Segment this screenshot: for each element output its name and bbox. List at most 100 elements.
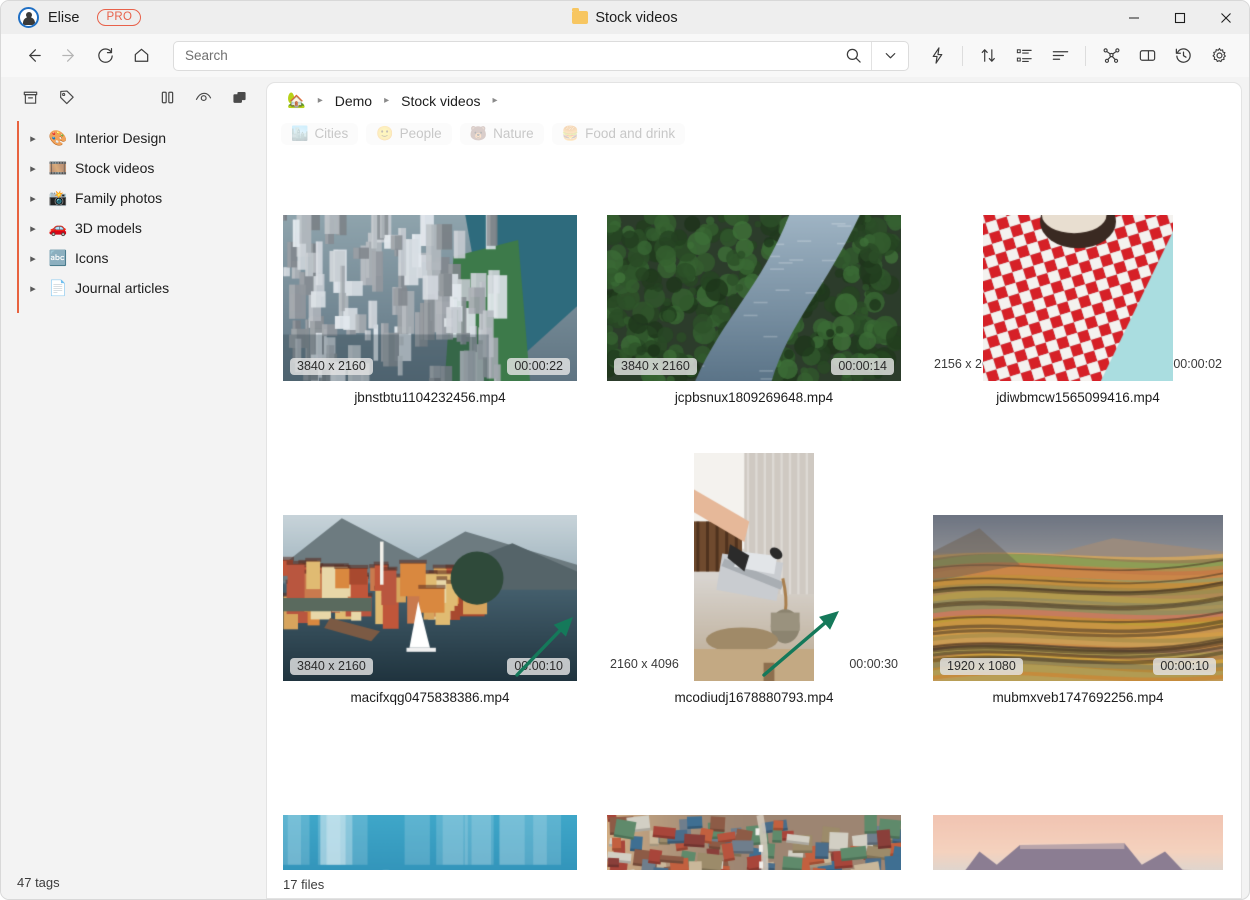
avatar: [18, 7, 39, 28]
sidebar-tree: ▸ 🎨 Interior Design ▸ 🎞️ Stock videos ▸ …: [1, 117, 266, 313]
list-lines-icon[interactable]: [1042, 40, 1078, 72]
file-card[interactable]: 2160 x 4096 00:00:30 mcodiudj1678880793.mp…: [601, 405, 907, 705]
search-input[interactable]: [174, 48, 835, 63]
tag-chip-label: Nature: [493, 125, 534, 141]
chevron-right-icon[interactable]: ▸: [25, 222, 41, 235]
thumbnail-area: 2156 x 2614 00:00:02: [925, 215, 1231, 381]
eye-icon[interactable]: [186, 82, 220, 112]
file-manager-window: Elise PRO Stock videos Search ▸ 🎨 Interi…: [0, 0, 1250, 900]
sidebar-item-journal-articles[interactable]: ▸ 📄 Journal articles: [1, 273, 266, 303]
sidebar-item-label: Stock videos: [75, 160, 155, 176]
sidebar-item-label: Journal articles: [75, 280, 170, 296]
toolbar-divider-2: [1085, 45, 1086, 66]
breadcrumb-item-demo[interactable]: Demo: [329, 91, 378, 111]
breadcrumb-separator: ▸: [384, 95, 390, 106]
resolution-badge: 3840 x 2160: [290, 358, 373, 375]
video-thumbnail[interactable]: [694, 453, 814, 681]
account-area[interactable]: Elise PRO: [1, 7, 142, 28]
chevron-right-icon[interactable]: ▸: [25, 192, 41, 205]
minimize-button[interactable]: [1111, 1, 1157, 34]
video-thumbnail[interactable]: 1920 x 1080 00:00:10: [933, 515, 1223, 681]
video-thumbnail[interactable]: 3840 x 2160 00:00:14: [607, 215, 901, 381]
history-icon[interactable]: [1165, 40, 1201, 72]
chevron-down-icon[interactable]: [872, 42, 908, 70]
sidebar-item-label: Interior Design: [75, 130, 167, 146]
tag-chip-food-and-drink[interactable]: 🍔 Food and drink: [551, 122, 686, 145]
file-card[interactable]: 3840 x 2160 00:00:14 jcpbsnux1809269648.mp…: [601, 149, 907, 405]
files-count-status: 17 files: [267, 870, 1241, 898]
tag-icon[interactable]: [49, 82, 83, 112]
file-card[interactable]: 3840 x 2160 00:00:22 jbnstbtu1104232456.mp…: [277, 149, 583, 405]
sidebar-item-icons[interactable]: ▸ 🔤 Icons: [1, 243, 266, 273]
breadcrumb-item-stock-videos[interactable]: Stock videos: [395, 91, 486, 111]
tag-chip-people[interactable]: 🙂 People: [366, 122, 452, 145]
chevron-right-icon[interactable]: ▸: [25, 282, 41, 295]
pro-badge: PRO: [97, 9, 142, 26]
file-name: jdiwbmcw1565099416.mp4: [996, 390, 1160, 405]
search-icon[interactable]: [835, 42, 871, 70]
window-title: Stock videos: [1, 8, 1249, 26]
refresh-button[interactable]: [87, 40, 123, 72]
file-name: mubmxveb1747692256.mp4: [992, 690, 1164, 705]
window-title-text: Stock videos: [595, 9, 678, 26]
sidebar-item-family-photos[interactable]: ▸ 📸 Family photos: [1, 183, 266, 213]
archive-icon[interactable]: [13, 82, 47, 112]
document-icon: 📄: [48, 279, 68, 297]
video-thumbnail[interactable]: [983, 215, 1173, 381]
breadcrumb-home-icon[interactable]: 🏡: [281, 91, 312, 110]
smiley-icon: 🙂: [376, 125, 394, 141]
folder-icon: [572, 8, 589, 24]
close-button[interactable]: [1203, 1, 1249, 34]
sidebar-toolbar: [1, 77, 266, 117]
user-name: Elise: [48, 9, 80, 26]
duration-badge: 00:00:10: [507, 658, 570, 675]
camera-icon: 📸: [48, 189, 68, 207]
columns-icon[interactable]: [150, 82, 184, 112]
resolution-badge: 3840 x 2160: [614, 358, 697, 375]
sort-icon[interactable]: [970, 40, 1006, 72]
panel-icon[interactable]: [1129, 40, 1165, 72]
chevron-right-icon[interactable]: ▸: [25, 252, 41, 265]
tag-chip-nature[interactable]: 🐻 Nature: [459, 122, 544, 145]
sidebar-item-stock-videos[interactable]: ▸ 🎞️ Stock videos: [1, 153, 266, 183]
file-card[interactable]: 3840 x 2160 00:00:10 macifxqg0475838386.mp…: [277, 405, 583, 705]
thumbnail-area: 1920 x 1080 00:00:10: [925, 515, 1231, 681]
file-grid-scroll[interactable]: 3840 x 2160 00:00:22 jbnstbtu1104232456.mp…: [267, 149, 1241, 898]
home-button[interactable]: [123, 40, 159, 72]
cityscape-icon: 🏙️: [291, 125, 309, 141]
list-details-icon[interactable]: [1006, 40, 1042, 72]
layers-icon[interactable]: [222, 82, 256, 112]
thumbnail-area: 3840 x 2160 00:00:10: [277, 515, 583, 681]
window-controls: [1111, 1, 1249, 34]
file-card[interactable]: 1920 x 1080 00:00:10 mubmxveb1747692256.mp…: [925, 405, 1231, 705]
share-nodes-icon[interactable]: [1093, 40, 1129, 72]
file-name: macifxqg0475838386.mp4: [350, 690, 510, 705]
sidebar-item-interior-design[interactable]: ▸ 🎨 Interior Design: [1, 123, 266, 153]
duration-badge: 00:00:30: [849, 657, 898, 671]
burger-icon: 🍔: [561, 125, 580, 141]
tags-count-status: 47 tags: [17, 874, 60, 890]
chevron-right-icon[interactable]: ▸: [25, 132, 41, 145]
video-thumbnail[interactable]: 3840 x 2160 00:00:10: [283, 515, 577, 681]
video-thumbnail[interactable]: 3840 x 2160 00:00:22: [283, 215, 577, 381]
search-bar[interactable]: [173, 40, 909, 71]
car-icon: 🚗: [48, 219, 68, 237]
back-button[interactable]: [15, 40, 51, 72]
sidebar: ▸ 🎨 Interior Design ▸ 🎞️ Stock videos ▸ …: [1, 77, 266, 899]
tag-chip-label: Food and drink: [585, 125, 676, 141]
sidebar-item-label: 3D models: [75, 220, 142, 236]
maximize-button[interactable]: [1157, 1, 1203, 34]
settings-gear-icon[interactable]: [1201, 40, 1237, 72]
tag-chip-cities[interactable]: 🏙️ Cities: [281, 122, 359, 145]
sidebar-item-3d-models[interactable]: ▸ 🚗 3D models: [1, 213, 266, 243]
film-icon: 🎞️: [48, 159, 68, 177]
thumbnail-area: 2160 x 4096 00:00:30: [601, 453, 907, 681]
lightning-icon[interactable]: [919, 40, 955, 72]
file-name: jbnstbtu1104232456.mp4: [354, 390, 506, 405]
forward-button[interactable]: [51, 40, 87, 72]
thumbnail-area: 3840 x 2160 00:00:22: [277, 215, 583, 381]
chevron-right-icon[interactable]: ▸: [25, 162, 41, 175]
file-card[interactable]: 2156 x 2614 00:00:02 jdiwbmcw1565099416.mp…: [925, 149, 1231, 405]
file-name: mcodiudj1678880793.mp4: [674, 690, 834, 705]
duration-badge: 00:00:02: [1173, 357, 1222, 371]
